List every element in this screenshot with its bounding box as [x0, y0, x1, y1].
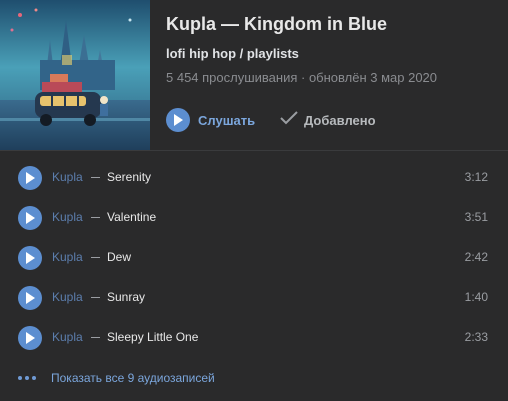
track-row[interactable]: Kupla Serenity 3:12	[0, 157, 508, 197]
cover-illustration	[0, 0, 150, 150]
listen-label: Слушать	[198, 112, 256, 128]
separator-dash	[91, 177, 100, 178]
track-play-button[interactable]	[18, 326, 42, 350]
track-duration: 3:12	[464, 170, 488, 184]
play-icon	[26, 332, 35, 344]
separator-dash	[91, 217, 100, 218]
track-artist[interactable]: Kupla	[52, 330, 83, 344]
header-divider	[0, 150, 508, 151]
track-row[interactable]: Kupla Sleepy Little One 2:33	[0, 317, 508, 357]
track-play-button[interactable]	[18, 286, 42, 310]
track-artist[interactable]: Kupla	[52, 170, 83, 184]
track-play-button[interactable]	[18, 206, 42, 230]
added-button[interactable]: Добавлено	[280, 108, 376, 132]
more-dots-icon	[18, 376, 42, 380]
play-icon	[26, 212, 35, 224]
added-label: Добавлено	[304, 112, 376, 128]
playlist-genre[interactable]: lofi hip hop / playlists	[166, 46, 299, 61]
track-title: Sleepy Little One	[107, 330, 199, 344]
separator-dash	[91, 337, 100, 338]
track-artist[interactable]: Kupla	[52, 290, 83, 304]
track-play-button[interactable]	[18, 166, 42, 190]
checkmark-icon	[280, 110, 298, 130]
track-duration: 3:51	[464, 210, 488, 224]
playlist-cover-image[interactable]	[0, 0, 150, 150]
track-row[interactable]: Kupla Sunray 1:40	[0, 277, 508, 317]
separator-dash	[91, 257, 100, 258]
track-title: Serenity	[107, 170, 152, 184]
track-play-button[interactable]	[18, 246, 42, 270]
track-title: Valentine	[107, 210, 157, 224]
show-all-label: Показать все 9 аудиозаписей	[51, 371, 215, 385]
track-title: Dew	[107, 250, 132, 264]
track-artist[interactable]: Kupla	[52, 210, 83, 224]
track-duration: 1:40	[464, 290, 488, 304]
play-icon	[166, 108, 190, 132]
track-duration: 2:33	[464, 330, 488, 344]
track-duration: 2:42	[464, 250, 488, 264]
track-artist[interactable]: Kupla	[52, 250, 83, 264]
track-list: Kupla Serenity 3:12 Kupla Valentine 3:51…	[0, 157, 508, 357]
track-row[interactable]: Kupla Valentine 3:51	[0, 197, 508, 237]
show-all-link[interactable]: Показать все 9 аудиозаписей	[18, 369, 215, 387]
separator-dash	[91, 297, 100, 298]
playlist-title: Kupla — Kingdom in Blue	[166, 14, 387, 34]
play-icon	[26, 172, 35, 184]
play-icon	[26, 292, 35, 304]
track-row[interactable]: Kupla Dew 2:42	[0, 237, 508, 277]
track-title: Sunray	[107, 290, 146, 304]
playlist-header: Kupla — Kingdom in Blue lofi hip hop / p…	[0, 0, 508, 150]
play-icon	[26, 252, 35, 264]
playlist-meta: 5 454 прослушивания · обновлён 3 мар 202…	[166, 70, 438, 85]
listen-button[interactable]: Слушать	[166, 108, 255, 132]
